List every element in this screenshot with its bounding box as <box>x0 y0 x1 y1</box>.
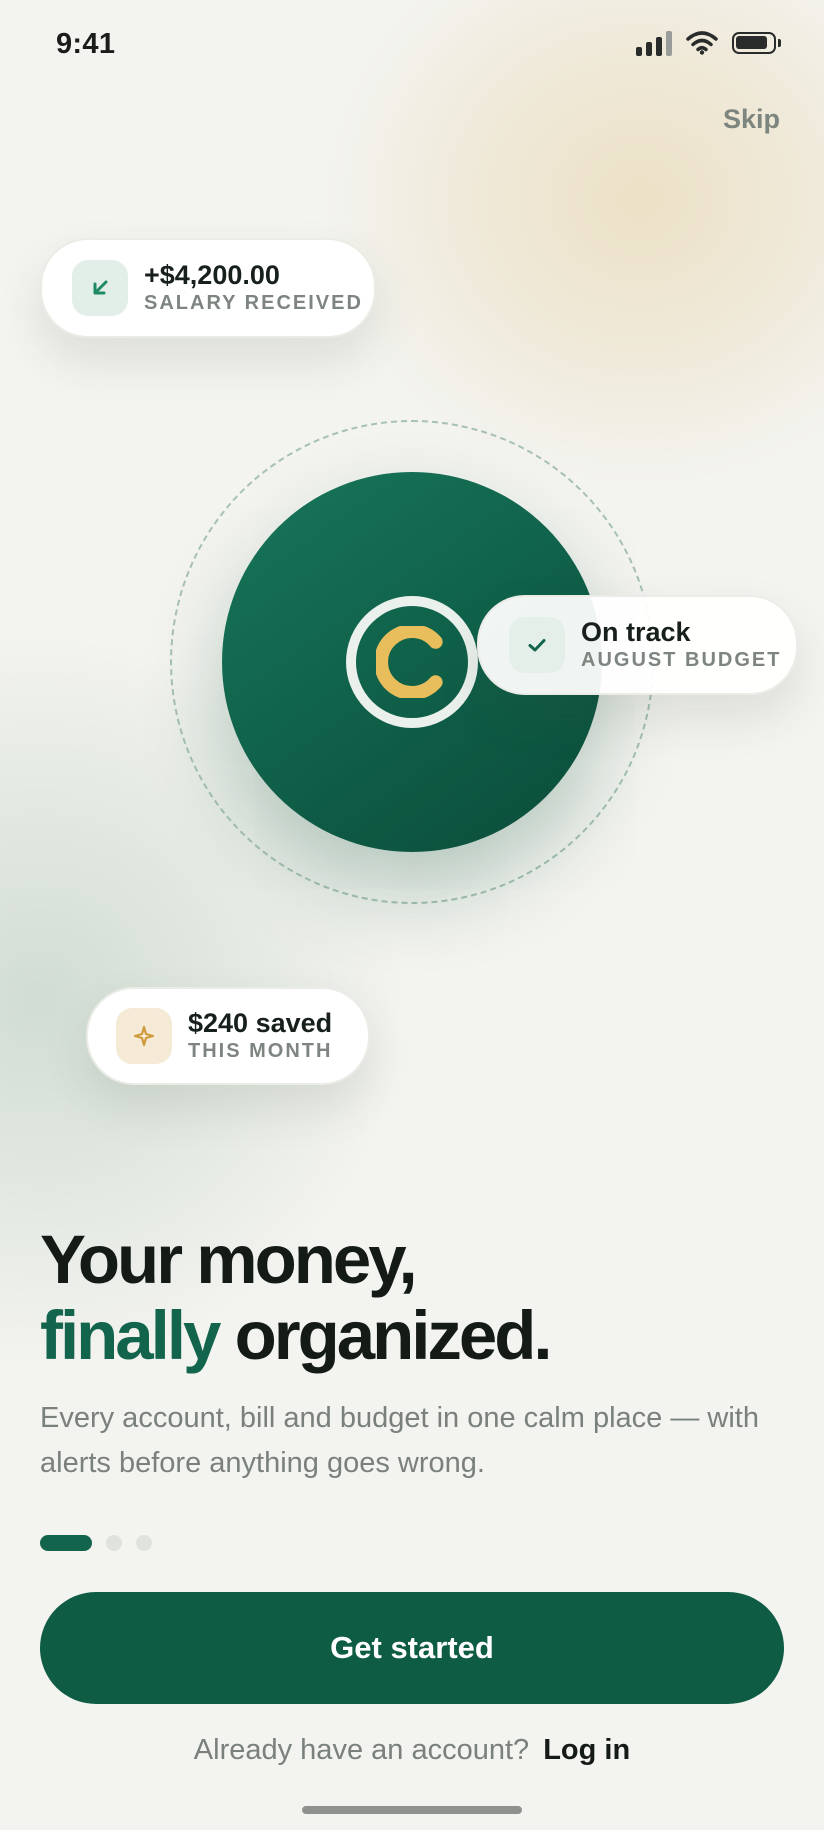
budget-label: AUGUST BUDGET <box>581 649 782 671</box>
title-line-1: Your money, <box>40 1221 418 1298</box>
savings-card: $240 saved THIS MONTH <box>86 987 370 1085</box>
status-time: 9:41 <box>56 28 116 60</box>
cellular-signal-icon <box>636 30 672 56</box>
salary-received-card: +$4,200.00 SALARY RECEIVED <box>40 238 376 338</box>
login-prompt: Already have an account? <box>193 1734 530 1766</box>
savings-label: THIS MONTH <box>188 1040 333 1062</box>
title-line-2-rest: organized. <box>234 1297 553 1374</box>
home-indicator <box>302 1806 522 1814</box>
budget-status: On track <box>581 617 691 647</box>
title-accent-word: finally <box>40 1297 221 1374</box>
page-dot-2[interactable] <box>106 1535 122 1551</box>
logo-c-icon <box>376 626 443 698</box>
app-logo <box>346 596 478 728</box>
login-row: Already have an account? Log in <box>0 1734 824 1767</box>
login-link[interactable]: Log in <box>543 1734 630 1766</box>
sparkle-icon <box>116 1008 172 1064</box>
page-subtitle: Every account, bill and budget in one ca… <box>40 1402 759 1479</box>
savings-amount: $240 saved <box>188 1008 333 1038</box>
page-title: Your money, finally organized. <box>40 1221 553 1374</box>
page-dot-1[interactable] <box>40 1535 92 1551</box>
battery-icon <box>732 32 781 54</box>
salary-amount: +$4,200.00 <box>144 260 280 290</box>
get-started-button[interactable]: Get started <box>40 1592 784 1704</box>
onboarding-screen: 9:41 Skip +$4,200.00 SALARY RECEIVED On … <box>0 0 824 1830</box>
skip-button[interactable]: Skip <box>723 104 780 135</box>
salary-label: SALARY RECEIVED <box>144 292 363 314</box>
wifi-icon <box>686 31 718 55</box>
page-dot-3[interactable] <box>136 1535 152 1551</box>
status-icons <box>636 30 781 56</box>
budget-status-card: On track AUGUST BUDGET <box>477 595 798 695</box>
arrow-down-left-icon <box>72 260 128 316</box>
page-indicator <box>40 1535 152 1551</box>
check-icon <box>509 617 565 673</box>
